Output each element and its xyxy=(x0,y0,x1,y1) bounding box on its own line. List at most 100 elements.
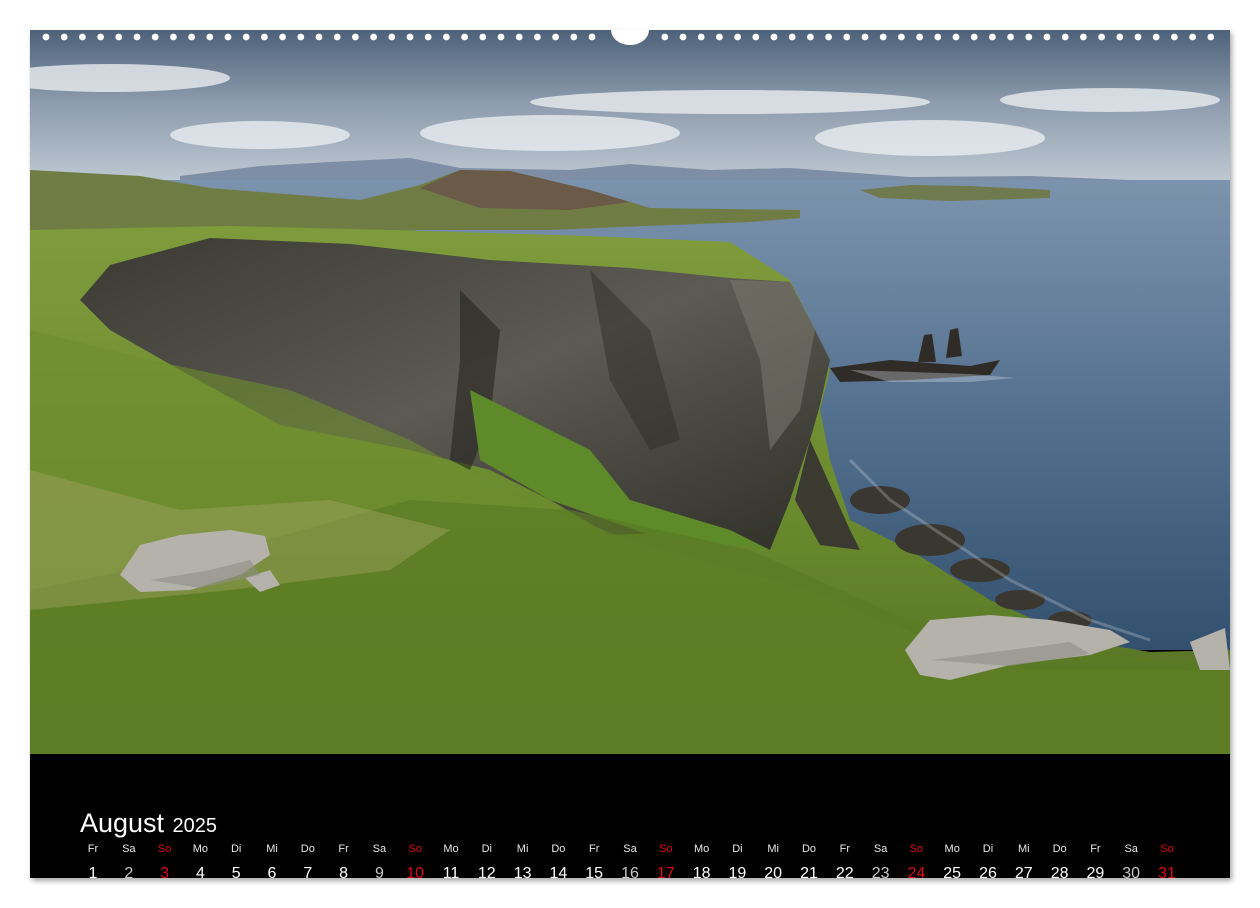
binding-hole xyxy=(843,33,851,41)
weekday-label: Fr xyxy=(588,843,600,855)
day-number: 25 xyxy=(943,865,962,882)
day-cell: Fr 22 xyxy=(827,842,863,884)
binding-hole xyxy=(1116,33,1124,41)
binding-hole xyxy=(97,33,104,41)
day-cell: Mi 6 xyxy=(254,842,290,884)
day-number: 6 xyxy=(267,865,277,882)
weekday-label: Sa xyxy=(873,843,888,855)
weekday-label: Mo xyxy=(192,843,209,855)
binding-hole xyxy=(133,33,141,41)
day-cell: Mo 4 xyxy=(182,842,218,884)
binding-hole xyxy=(151,33,159,41)
day-number: 3 xyxy=(160,865,170,882)
weekday-label: Sa xyxy=(1124,843,1138,855)
binding-hole xyxy=(1061,33,1069,41)
binding-hole xyxy=(752,33,760,41)
binding-hole xyxy=(443,33,450,41)
day-cell: Mo 25 xyxy=(934,842,970,884)
binding-hole xyxy=(534,33,541,41)
binding-hole xyxy=(515,33,523,41)
day-number: 16 xyxy=(621,865,639,882)
day-cell: Di 5 xyxy=(218,842,254,884)
day-cell: Do 28 xyxy=(1042,842,1078,884)
weekday-label: Mo xyxy=(693,843,710,855)
binding-hole xyxy=(333,33,341,41)
day-number: 13 xyxy=(513,865,532,882)
weekday-label: Di xyxy=(732,843,743,855)
day-number: 22 xyxy=(835,865,854,882)
weekday-label: Di xyxy=(481,843,492,855)
weekday-label: Fr xyxy=(1090,843,1101,855)
binding-hole xyxy=(734,33,741,41)
weekday-label: Fr xyxy=(87,843,99,855)
binding-hole xyxy=(1207,33,1215,41)
day-cell: Mi 27 xyxy=(1006,842,1042,884)
hanger-notch xyxy=(611,30,649,45)
day-number: 30 xyxy=(1122,865,1141,882)
day-number: 21 xyxy=(800,865,818,882)
binding-hole xyxy=(570,33,578,41)
day-cell: So 31 xyxy=(1149,842,1185,884)
day-cell: Sa 9 xyxy=(361,842,397,884)
day-number: 18 xyxy=(692,865,711,882)
day-number: 24 xyxy=(907,865,926,882)
weekday-label: Sa xyxy=(623,843,637,855)
binding-hole xyxy=(898,33,905,41)
binding-hole xyxy=(406,33,414,41)
binding-hole xyxy=(424,33,432,41)
day-number: 31 xyxy=(1158,865,1176,882)
binding-hole xyxy=(115,33,123,41)
day-cell: So 24 xyxy=(898,842,934,884)
binding-hole xyxy=(461,33,468,41)
day-cell: Sa 23 xyxy=(863,842,899,884)
weekday-label: Di xyxy=(230,843,242,855)
day-cell: Mi 13 xyxy=(505,842,541,884)
binding-hole xyxy=(42,33,50,41)
binding-hole xyxy=(497,33,505,41)
day-number: 27 xyxy=(1014,865,1033,882)
binding-hole xyxy=(224,33,232,41)
weekday-label: So xyxy=(659,843,673,855)
binding-hole xyxy=(879,33,887,41)
binding-hole xyxy=(352,33,359,41)
binding-hole xyxy=(206,33,214,41)
binding-hole xyxy=(661,33,669,41)
binding-hole xyxy=(79,33,86,41)
binding-hole xyxy=(989,33,996,41)
day-cell: Sa 16 xyxy=(612,842,648,884)
day-grid: Fr 1 Sa 2 So 3 Mo 4 Di 5 Mi 6 Do 7 Fr 8 Sa 9 So 10 Mo 11 Di 12 M… xyxy=(75,842,1185,882)
binding-hole xyxy=(588,33,596,41)
binding-hole xyxy=(716,33,723,41)
weekday-label: Mo xyxy=(944,843,960,855)
coastal-cliff-photo xyxy=(30,30,1230,754)
binding-hole xyxy=(188,33,196,41)
binding-hole xyxy=(370,33,377,41)
day-cell: Do 14 xyxy=(540,842,576,884)
weekday-label: So xyxy=(909,843,924,855)
binding-hole xyxy=(1007,33,1014,41)
day-number: 14 xyxy=(549,865,568,882)
day-number: 9 xyxy=(374,865,384,882)
binding-hole xyxy=(679,33,687,41)
binding-hole xyxy=(825,33,832,41)
binding-hole xyxy=(297,33,305,41)
binding-hole xyxy=(1134,33,1142,41)
day-number: 23 xyxy=(871,865,890,882)
binding-hole xyxy=(1080,33,1087,41)
binding-hole xyxy=(970,33,978,41)
binding-hole xyxy=(1043,33,1051,41)
day-cell: Mo 11 xyxy=(433,842,469,884)
day-cell: So 3 xyxy=(147,842,183,884)
binding-hole xyxy=(261,33,268,41)
day-cell: Di 19 xyxy=(719,842,755,884)
day-number: 8 xyxy=(339,865,349,882)
calendar-page: August 2025 Fr 1 Sa 2 So 3 Mo 4 Di 5 Mi 6 Do 7 Fr 8 Sa 9 S… xyxy=(30,30,1230,882)
binding-hole xyxy=(770,33,778,41)
day-number: 7 xyxy=(303,865,313,882)
day-number: 26 xyxy=(979,865,997,882)
day-number: 2 xyxy=(124,865,134,882)
binding-hole xyxy=(60,33,68,41)
weekday-label: Do xyxy=(1052,843,1067,855)
weekday-label: Sa xyxy=(372,843,387,855)
binding-hole xyxy=(170,33,177,41)
